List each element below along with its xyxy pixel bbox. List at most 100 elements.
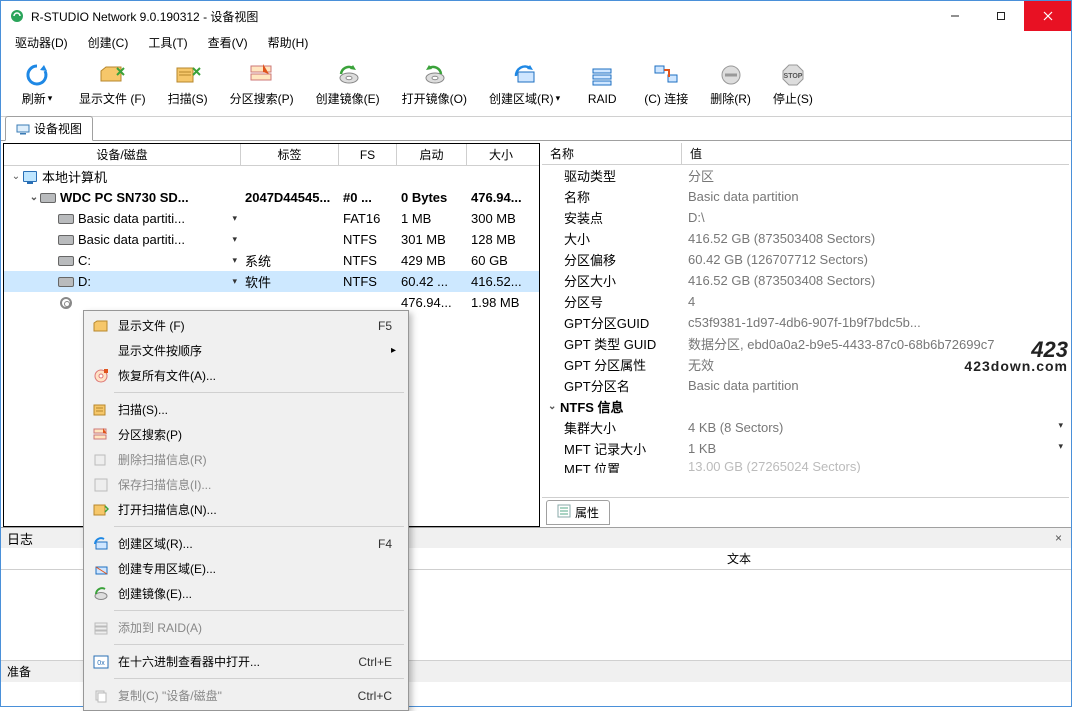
delete-label: 删除(R) <box>710 90 751 107</box>
property-row[interactable]: 安装点D:\ <box>542 207 1069 228</box>
chevron-down-icon[interactable]: ▾ <box>1058 420 1063 435</box>
context-menu-item[interactable]: 打开扫描信息(N)... <box>86 497 406 522</box>
device-view-icon <box>16 122 30 136</box>
property-row[interactable]: GPT 分区属性无效 <box>542 354 1069 375</box>
toolbar-open-image[interactable]: 打开镜像(O) <box>392 60 477 109</box>
property-value: 1 KB▾ <box>682 441 1069 456</box>
menu-separator <box>114 644 404 645</box>
menu-item-label: 显示文件 (F) <box>112 317 378 334</box>
property-name: 名称 <box>542 187 682 206</box>
raid-icon <box>589 64 615 90</box>
minimize-button[interactable] <box>932 1 978 31</box>
context-menu-item[interactable]: 显示文件按顺序▸ <box>86 338 406 363</box>
property-row[interactable]: 分区号4 <box>542 291 1069 312</box>
device-row[interactable]: ⌄WDC PC SN730 SD...2047D44545...#0 ...0 … <box>4 187 539 208</box>
device-start: 476.94... <box>397 295 467 310</box>
prop-header-name[interactable]: 名称 <box>542 143 682 164</box>
property-name: GPT 分区属性 <box>542 355 682 374</box>
header-size[interactable]: 大小 <box>467 144 535 165</box>
property-name: GPT 类型 GUID <box>542 334 682 353</box>
device-tag: 系统 <box>241 251 339 270</box>
close-button[interactable] <box>1024 1 1071 31</box>
header-start[interactable]: 启动 <box>397 144 467 165</box>
context-menu-item[interactable]: 扫描(S)... <box>86 397 406 422</box>
toolbar-scan[interactable]: 扫描(S) <box>158 60 218 109</box>
tab-device-view[interactable]: 设备视图 <box>5 116 93 141</box>
device-row[interactable]: C:▾系统NTFS429 MB60 GB <box>4 250 539 271</box>
menu-drives[interactable]: 驱动器(D) <box>5 32 78 53</box>
context-menu-item[interactable]: 创建镜像(E)... <box>86 581 406 606</box>
maximize-button[interactable] <box>978 1 1024 31</box>
chevron-down-icon[interactable]: ▾ <box>232 276 237 287</box>
menu-tools[interactable]: 工具(T) <box>138 32 197 53</box>
menu-help[interactable]: 帮助(H) <box>258 32 319 53</box>
titlebar: R-STUDIO Network 9.0.190312 - 设备视图 <box>1 1 1071 31</box>
property-name: GPT分区GUID <box>542 313 682 332</box>
menu-item-label: 创建镜像(E)... <box>112 585 402 602</box>
menu-shortcut: Ctrl+C <box>358 689 402 703</box>
chevron-down-icon[interactable]: ▾ <box>232 213 237 224</box>
context-menu-item[interactable]: 创建专用区域(E)... <box>86 556 406 581</box>
refresh-label: 刷新 <box>22 90 46 107</box>
log-header-text[interactable]: 文本 <box>407 548 1071 569</box>
toolbar-create-region[interactable]: 创建区域(R)▾ <box>479 60 570 109</box>
header-fs[interactable]: FS <box>339 144 397 165</box>
header-device[interactable]: 设备/磁盘 <box>4 144 241 165</box>
log-close-button[interactable]: × <box>1052 531 1065 545</box>
property-row[interactable]: ⌄NTFS 信息 <box>542 396 1069 417</box>
context-menu-item[interactable]: 恢复所有文件(A)... <box>86 363 406 388</box>
header-label[interactable]: 标签 <box>241 144 339 165</box>
property-name: ⌄NTFS 信息 <box>542 397 682 416</box>
toolbar-show-files[interactable]: 显示文件 (F) <box>69 60 156 109</box>
property-row[interactable]: 驱动类型分区 <box>542 165 1069 186</box>
expander-icon[interactable]: ⌄ <box>28 192 40 203</box>
expander-icon[interactable]: ⌄ <box>10 171 22 182</box>
create-region-icon <box>512 62 538 88</box>
device-row[interactable]: D:▾软件NTFS60.42 ...416.52... <box>4 271 539 292</box>
hdd-icon <box>58 275 74 289</box>
device-label: WDC PC SN730 SD... <box>60 190 189 205</box>
open-image-icon <box>421 62 447 88</box>
property-row[interactable]: 名称Basic data partition <box>542 186 1069 207</box>
refresh-icon <box>24 62 50 88</box>
chevron-down-icon[interactable]: ▾ <box>232 255 237 266</box>
chevron-down-icon[interactable]: ▾ <box>1058 441 1063 456</box>
property-row[interactable]: GPT 类型 GUID数据分区, ebd0a0a2-b9e5-4433-87c0… <box>542 333 1069 354</box>
property-row[interactable]: 分区大小416.52 GB (873503408 Sectors) <box>542 270 1069 291</box>
menu-item-label: 打开扫描信息(N)... <box>112 501 402 518</box>
toolbar-raid[interactable]: RAID <box>572 62 632 108</box>
context-menu-item[interactable]: 0x在十六进制查看器中打开...Ctrl+E <box>86 649 406 674</box>
toolbar-refresh[interactable]: 刷新▾ <box>7 60 67 109</box>
property-value: Basic data partition <box>682 378 1069 393</box>
device-row[interactable]: Basic data partiti...▾FAT161 MB300 MB <box>4 208 539 229</box>
menu-create[interactable]: 创建(C) <box>78 32 139 53</box>
chevron-down-icon[interactable]: ▾ <box>232 234 237 245</box>
device-row[interactable]: ⌄本地计算机 <box>4 166 539 187</box>
property-row[interactable]: MFT 位置13.00 GB (27265024 Sectors) <box>542 459 1069 473</box>
tab-properties[interactable]: 属性 <box>546 500 610 525</box>
prop-header-value[interactable]: 值 <box>682 143 1069 164</box>
device-row[interactable]: Basic data partiti...▾NTFS301 MB128 MB <box>4 229 539 250</box>
device-table-header: 设备/磁盘 标签 FS 启动 大小 <box>4 144 539 166</box>
property-row[interactable]: MFT 记录大小1 KB▾ <box>542 438 1069 459</box>
toolbar-delete[interactable]: 删除(R) <box>700 60 761 109</box>
context-menu[interactable]: 显示文件 (F)F5显示文件按顺序▸恢复所有文件(A)... 扫描(S)...分区… <box>83 310 409 711</box>
property-row[interactable]: 集群大小4 KB (8 Sectors)▾ <box>542 417 1069 438</box>
toolbar-stop[interactable]: STOP停止(S) <box>763 60 823 109</box>
context-menu-item[interactable]: 显示文件 (F)F5 <box>86 313 406 338</box>
property-row[interactable]: 分区偏移60.42 GB (126707712 Sectors) <box>542 249 1069 270</box>
device-fs: NTFS <box>339 274 397 289</box>
context-menu-item[interactable]: 分区搜索(P) <box>86 422 406 447</box>
property-row[interactable]: GPT分区名Basic data partition <box>542 375 1069 396</box>
property-row[interactable]: GPT分区GUIDc53f9381-1d97-4db6-907f-1b9f7bd… <box>542 312 1069 333</box>
context-menu-item[interactable]: 创建区域(R)...F4 <box>86 531 406 556</box>
property-row[interactable]: 大小416.52 GB (873503408 Sectors) <box>542 228 1069 249</box>
delete-icon <box>718 62 744 88</box>
menu-view[interactable]: 查看(V) <box>198 32 258 53</box>
properties-tab-label: 属性 <box>575 504 599 521</box>
toolbar-connect[interactable]: (C) 连接 <box>634 60 698 109</box>
menu-item-label: 删除扫描信息(R) <box>112 451 402 468</box>
group-expander-icon[interactable]: ⌄ <box>548 401 560 412</box>
toolbar-create-image[interactable]: 创建镜像(E) <box>306 60 390 109</box>
toolbar-partition-search[interactable]: 分区搜索(P) <box>220 60 304 109</box>
